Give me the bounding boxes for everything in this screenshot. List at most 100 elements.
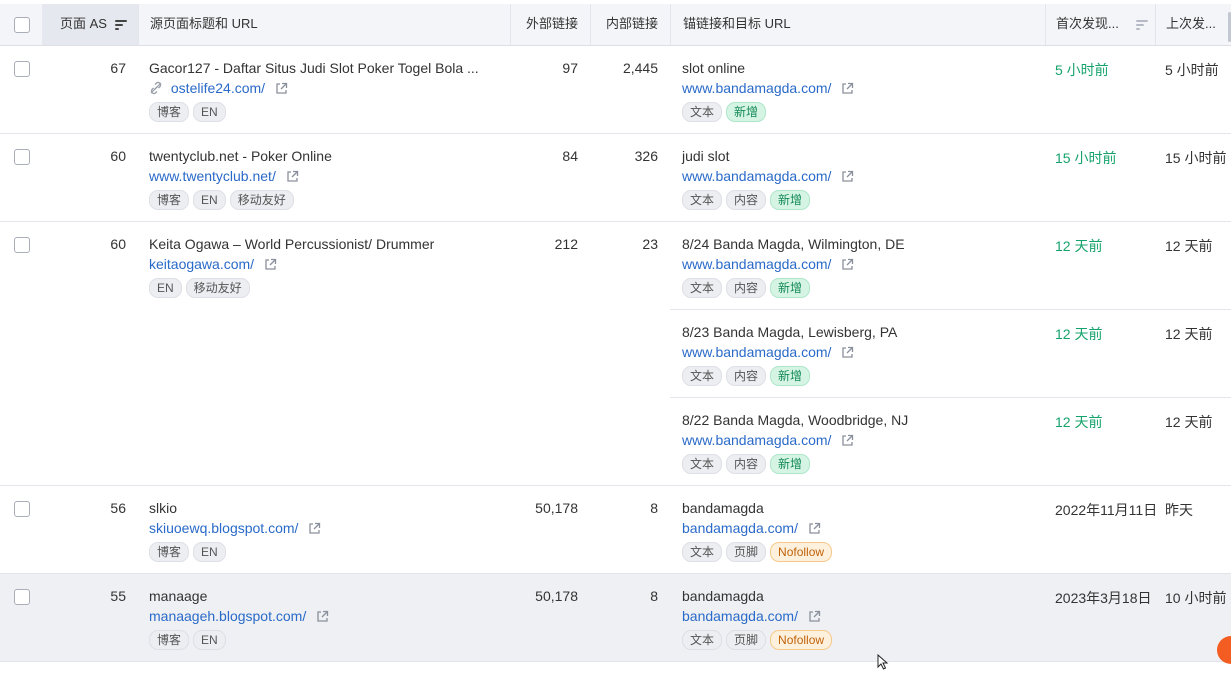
target-url[interactable]: www.bandamagda.com/: [682, 432, 831, 448]
last-seen: 10 小时前: [1165, 590, 1227, 606]
first-seen: 5 小时前: [1055, 62, 1109, 78]
tag-nofollow: Nofollow: [770, 630, 833, 650]
source-tags: 博客 EN: [149, 630, 230, 650]
internal-links-count: 326: [634, 148, 658, 164]
header-select-cell: [0, 4, 42, 45]
target-url[interactable]: www.bandamagda.com/: [682, 344, 831, 360]
external-link-icon[interactable]: [264, 258, 277, 270]
link-tags: 文本 内容 新增: [682, 278, 814, 298]
external-link-icon[interactable]: [808, 610, 821, 622]
external-link-icon[interactable]: [841, 346, 854, 358]
source-tags: 博客 EN: [149, 102, 230, 122]
tag-blog: 博客: [149, 630, 190, 650]
source-tags: 博客 EN: [149, 542, 230, 562]
tag-blog: 博客: [149, 102, 190, 122]
header-page-as[interactable]: 页面 AS: [42, 4, 138, 45]
link-tags: 文本 新增: [682, 102, 770, 122]
external-link-icon[interactable]: [841, 82, 854, 94]
external-link-icon[interactable]: [275, 82, 288, 94]
external-links-count: 50,178: [535, 500, 578, 516]
page-as-value: 56: [110, 500, 126, 516]
target-url-line: www.bandamagda.com/: [682, 80, 854, 96]
first-seen: 12 天前: [1055, 238, 1103, 254]
header-first-seen[interactable]: 首次发现...: [1045, 4, 1155, 45]
target-url-line: bandamagda.com/: [682, 608, 821, 624]
external-link-icon[interactable]: [286, 170, 298, 182]
last-seen: 12 天前: [1165, 414, 1213, 430]
external-link-icon[interactable]: [841, 258, 854, 270]
link-tags: 文本 内容 新增: [682, 454, 814, 474]
sub-row-divider: [670, 397, 1231, 398]
tag-text: 文本: [682, 454, 723, 474]
source-title[interactable]: Keita Ogawa – World Percussionist/ Drumm…: [149, 236, 499, 252]
row-checkbox[interactable]: [14, 61, 30, 77]
tag-footer: 页脚: [726, 630, 767, 650]
tag-mobile-friendly: 移动友好: [185, 278, 250, 298]
table-row: 67 Gacor127 - Daftar Situs Judi Slot Pok…: [0, 46, 1231, 134]
target-url[interactable]: www.bandamagda.com/: [682, 168, 831, 184]
source-url[interactable]: ostelife24.com/: [171, 80, 265, 96]
source-tags: EN 移动友好: [149, 278, 254, 298]
target-url-line: www.bandamagda.com/: [682, 256, 854, 272]
target-url[interactable]: www.bandamagda.com/: [682, 80, 831, 96]
link-tags: 文本 页脚 Nofollow: [682, 630, 836, 650]
external-link-icon[interactable]: [316, 610, 329, 622]
external-link-icon[interactable]: [808, 522, 821, 534]
tag-text: 文本: [682, 542, 723, 562]
source-url[interactable]: manaageh.blogspot.com/: [149, 608, 306, 624]
header-internal[interactable]: 内部链接: [590, 4, 670, 45]
source-url-line: manaageh.blogspot.com/: [149, 608, 329, 624]
broken-link-icon: [149, 81, 163, 95]
anchor-text: 8/23 Banda Magda, Lewisberg, PA: [682, 324, 898, 340]
source-url-line: skiuoewq.blogspot.com/: [149, 520, 321, 536]
anchor-text: bandamagda: [682, 588, 764, 604]
target-url[interactable]: bandamagda.com/: [682, 520, 798, 536]
source-title[interactable]: manaage: [149, 588, 499, 604]
anchor-text: bandamagda: [682, 500, 764, 516]
tag-blog: 博客: [149, 542, 190, 562]
tag-text: 文本: [682, 102, 723, 122]
table-row: 60 Keita Ogawa – World Percussionist/ Dr…: [0, 222, 1231, 486]
select-all-checkbox[interactable]: [14, 17, 30, 33]
source-title[interactable]: slkio: [149, 500, 499, 516]
row-checkbox[interactable]: [14, 237, 30, 253]
tag-content: 内容: [726, 366, 767, 386]
row-checkbox[interactable]: [14, 149, 30, 165]
header-anchor-label: 锚链接和目标 URL: [683, 16, 791, 31]
header-source: 源页面标题和 URL: [138, 4, 510, 45]
tag-text: 文本: [682, 278, 723, 298]
tag-content: 内容: [726, 278, 767, 298]
source-url-line: www.twentyclub.net/: [149, 168, 298, 184]
source-tags: 博客 EN 移动友好: [149, 190, 298, 210]
internal-links-count: 8: [650, 588, 658, 604]
external-link-icon[interactable]: [841, 434, 854, 446]
tag-new: 新增: [726, 102, 767, 122]
target-url[interactable]: bandamagda.com/: [682, 608, 798, 624]
link-tags: 文本 内容 新增: [682, 190, 814, 210]
header-external-label: 外部链接: [525, 16, 578, 31]
tag-text: 文本: [682, 366, 723, 386]
sort-icon[interactable]: [1136, 19, 1149, 30]
external-link-icon[interactable]: [308, 522, 321, 534]
table-row: 55 manaage manaageh.blogspot.com/ 博客 EN 5…: [0, 574, 1231, 662]
header-last-seen-label: 上次发...: [1166, 16, 1216, 31]
source-url[interactable]: www.twentyclub.net/: [149, 168, 276, 184]
header-external[interactable]: 外部链接: [510, 4, 590, 45]
first-seen: 12 天前: [1055, 414, 1103, 430]
first-seen: 12 天前: [1055, 326, 1103, 342]
tag-lang: EN: [149, 278, 182, 298]
target-url[interactable]: www.bandamagda.com/: [682, 256, 831, 272]
row-checkbox[interactable]: [14, 501, 30, 517]
first-seen: 15 小时前: [1055, 150, 1117, 166]
header-last-seen[interactable]: 上次发...: [1155, 4, 1231, 45]
external-link-icon[interactable]: [841, 170, 854, 182]
tag-new: 新增: [770, 190, 811, 210]
source-title[interactable]: twentyclub.net - Poker Online: [149, 148, 499, 164]
row-checkbox[interactable]: [14, 589, 30, 605]
external-links-count: 212: [554, 236, 578, 252]
tag-text: 文本: [682, 190, 723, 210]
sort-desc-icon[interactable]: [114, 19, 127, 30]
source-url[interactable]: skiuoewq.blogspot.com/: [149, 520, 298, 536]
source-title[interactable]: Gacor127 - Daftar Situs Judi Slot Poker …: [149, 60, 499, 76]
source-url[interactable]: keitaogawa.com/: [149, 256, 254, 272]
